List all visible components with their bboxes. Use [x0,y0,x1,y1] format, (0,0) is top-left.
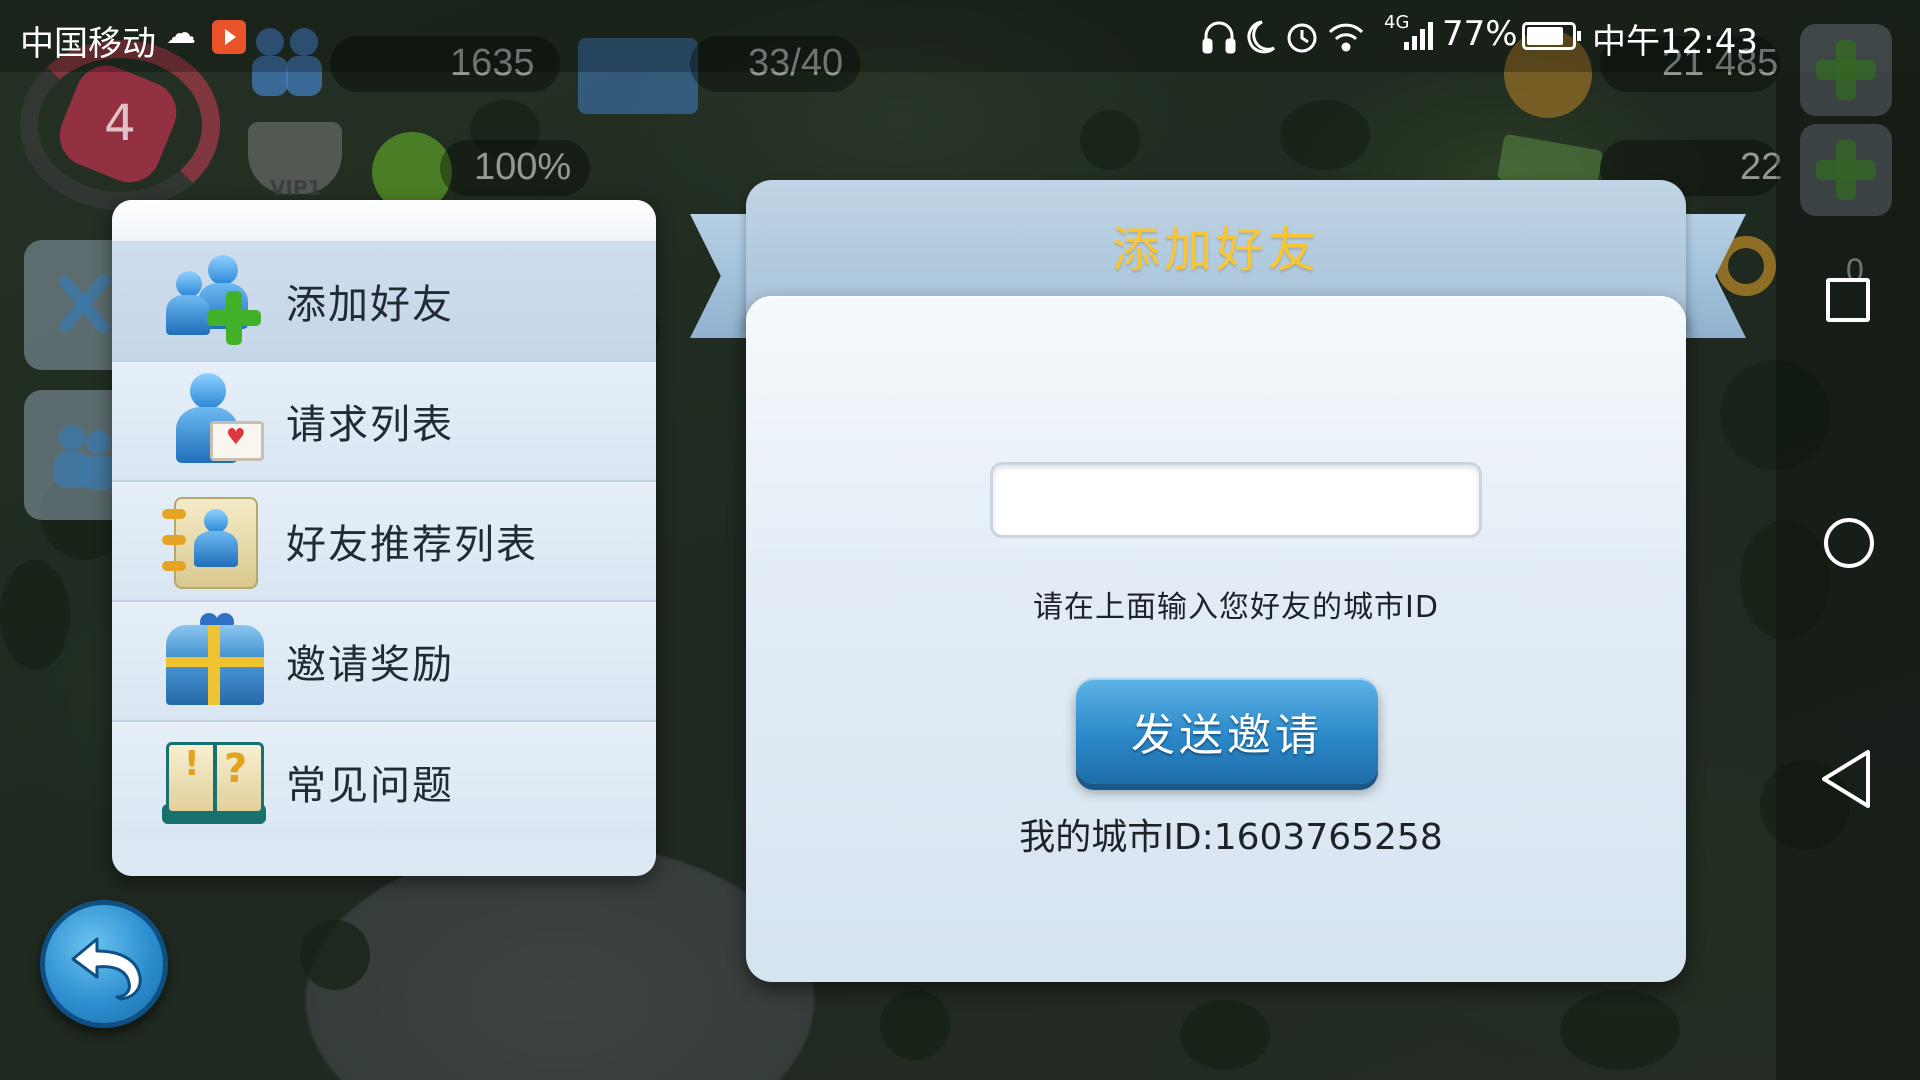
status-bar: 中国移动 ☁ 4G 77% 中午12:43 [0,0,1920,72]
city-id-input[interactable] [990,462,1482,538]
menu-item-request-list[interactable]: ♥ 请求列表 [112,362,656,482]
nav-back-icon[interactable] [1818,748,1874,810]
menu-item-label: 邀请奖励 [286,642,454,688]
menu-panel-top [112,200,656,242]
level-number: 4 [104,94,136,152]
invite-reward-chest-icon [160,611,270,711]
friend-suggestions-icon [160,491,270,591]
moon-icon [1247,20,1276,54]
menu-item-label: 好友推荐列表 [286,522,538,568]
add-friend-icon [160,251,270,351]
menu-item-label: 常见问题 [286,763,454,809]
menu-item-label: 添加好友 [286,282,454,328]
cloud-icon: ☁ [166,16,196,51]
clock: 中午12:43 [1592,22,1758,62]
wifi-icon [1328,23,1364,52]
status-icons [1202,20,1364,54]
dialog-body: 请在上面输入您好友的城市ID 发送邀请 我的城市ID:1603765258 [746,296,1686,982]
send-invite-button[interactable]: 发送邀请 [1076,678,1378,784]
home-icon[interactable] [1824,518,1874,568]
menu-item-label: 请求列表 [286,402,454,448]
recent-apps-icon[interactable] [1826,278,1870,322]
menu-item-add-friend[interactable]: 添加好友 [112,242,656,362]
dialog-title: 添加好友 [1111,222,1320,278]
battery-icon [1522,22,1581,50]
battery-percent: 77% [1442,14,1518,54]
add-friend-dialog: 添加好友 请在上面输入您好友的城市ID 发送邀请 我的城市ID:16037652… [746,180,1686,982]
my-city-id: 我的城市ID:1603765258 [1019,817,1443,858]
alarm-icon [1287,23,1317,53]
android-nav-bar [1776,72,1920,1080]
signal-icon [1404,22,1433,50]
undo-arrow-icon [71,937,142,1001]
vip-label: VIP1 [270,176,322,200]
menu-item-faq[interactable]: ! ? 常见问题 [112,722,656,842]
happiness-value: 100% [474,146,572,188]
wrench-icon [58,274,110,334]
faq-book-icon: ! ? [160,732,270,832]
city-id-hint: 请在上面输入您好友的城市ID [1033,590,1439,625]
video-app-icon [212,20,246,54]
back-button[interactable] [40,900,168,1028]
carrier-name: 中国移动 [20,24,156,64]
request-list-icon: ♥ [160,371,270,471]
menu-item-invite-reward[interactable]: 邀请奖励 [112,602,656,722]
headphones-icon [1202,21,1236,54]
friends-menu-panel: 添加好友 ♥ 请求列表 好友推荐列表 邀请奖励 ! ? 常见问题 [112,200,656,876]
menu-item-friend-suggestions[interactable]: 好友推荐列表 [112,482,656,602]
